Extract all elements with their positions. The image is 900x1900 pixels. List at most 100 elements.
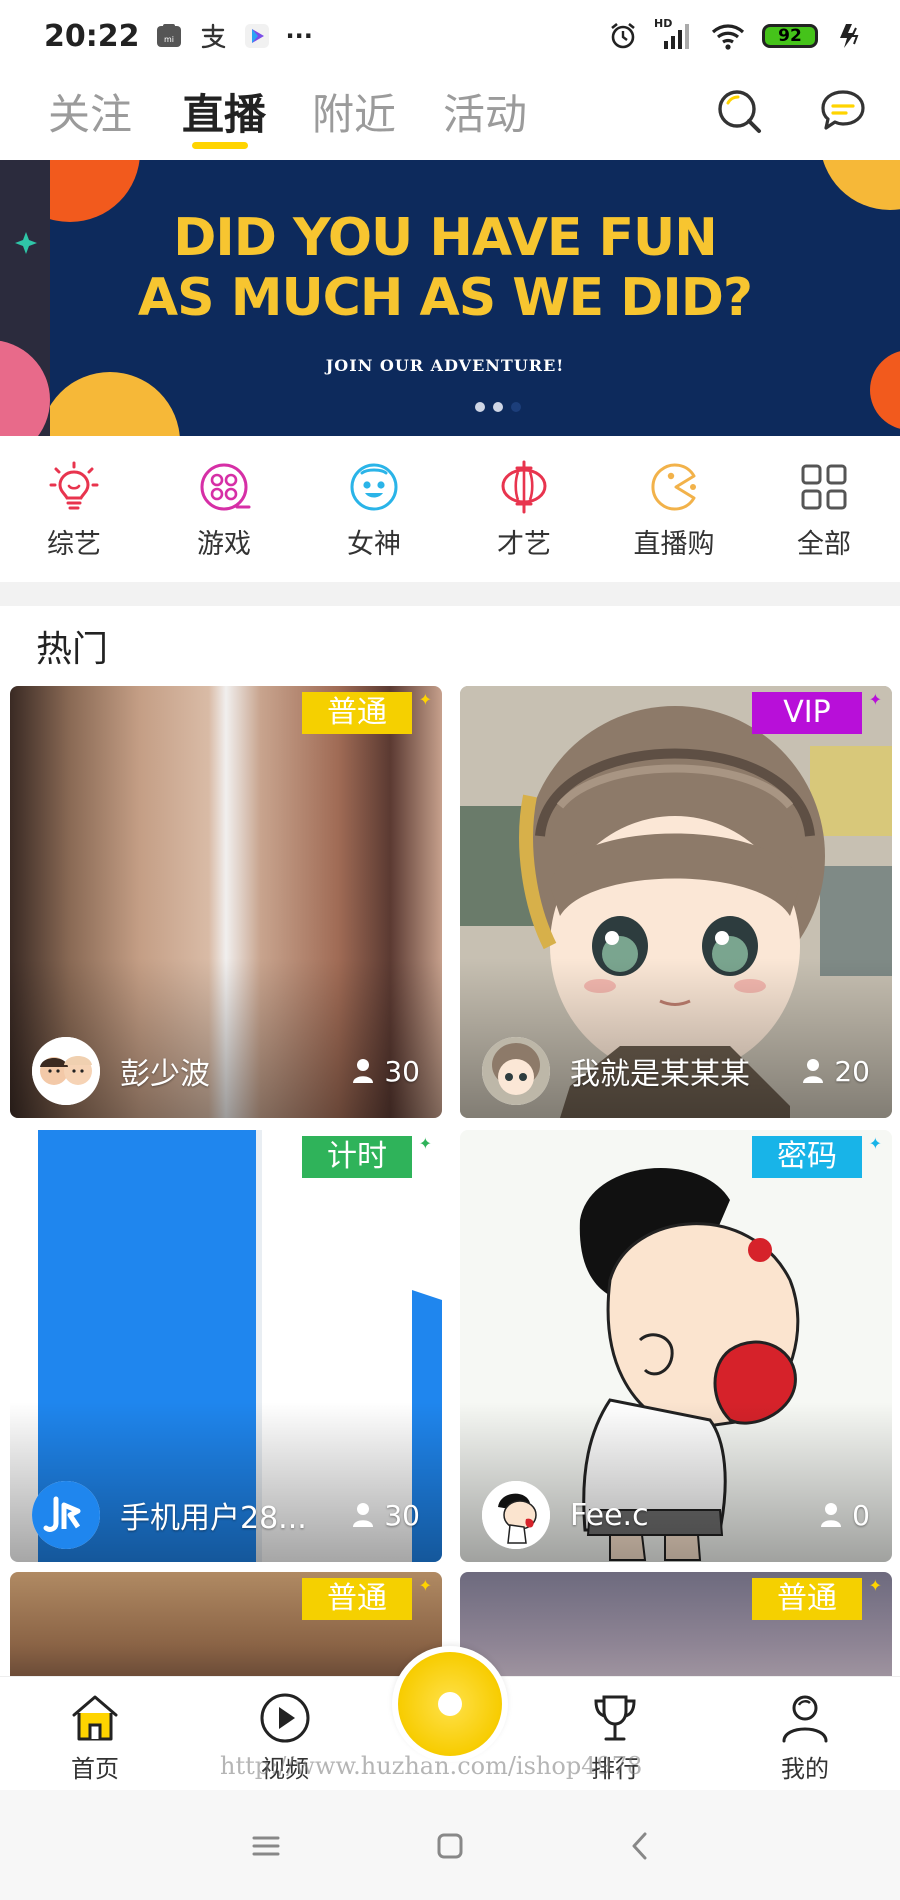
- card-footer: 彭少波 30: [32, 1036, 420, 1106]
- lantern-icon: [501, 460, 547, 514]
- nav-home[interactable]: 首页: [40, 1691, 150, 1784]
- streamer-name: Fee.c: [570, 1497, 649, 1533]
- streamer-name: 我就是某某某: [570, 1057, 750, 1092]
- banner-carousel[interactable]: DID YOU HAVE FUN AS MUCH AS WE DID? JOIN…: [0, 160, 900, 436]
- svg-text:mi: mi: [163, 35, 173, 44]
- category-row: 综艺 游戏 女神 才艺 直播购 全部: [0, 436, 900, 582]
- sparkle-icon: ✦: [868, 1134, 882, 1153]
- system-nav-bar: [0, 1790, 900, 1900]
- viewer-count: 30: [352, 1055, 420, 1088]
- avatar[interactable]: [482, 1037, 550, 1105]
- tab-follow[interactable]: 关注: [48, 80, 132, 150]
- watermark: http://www.huzhan.com/ishop4978: [220, 1752, 643, 1780]
- go-live-dot-icon: [438, 1692, 462, 1716]
- category-talent[interactable]: 才艺: [464, 460, 584, 561]
- banner-title: DID YOU HAVE FUN AS MUCH AS WE DID?: [50, 208, 840, 328]
- nav-profile[interactable]: 我的: [750, 1691, 860, 1784]
- play-store-icon: [242, 21, 272, 51]
- back-icon[interactable]: [620, 1826, 660, 1866]
- status-left: 20:22 mi ···: [44, 19, 313, 54]
- pacman-icon: [651, 463, 696, 511]
- category-variety[interactable]: 综艺: [14, 460, 134, 561]
- alarm-icon: [608, 21, 638, 51]
- nav-label: 首页: [71, 1755, 119, 1783]
- category-label: 女神: [347, 529, 401, 560]
- banner-prev-peek: [0, 160, 50, 436]
- category-label: 综艺: [47, 529, 101, 560]
- wifi-icon: [710, 21, 746, 51]
- viewer-count-value: 0: [852, 1498, 870, 1532]
- go-live-button[interactable]: [392, 1646, 508, 1762]
- grid-icon: [801, 464, 847, 510]
- avatar[interactable]: [482, 1481, 550, 1549]
- avatar[interactable]: [32, 1037, 100, 1105]
- streamer-name: 手机用户28...: [120, 1501, 307, 1536]
- message-icon[interactable]: [818, 86, 868, 136]
- lightbulb-icon: [49, 461, 99, 510]
- banner-subtitle: JOIN OUR ADVENTURE!: [325, 356, 565, 375]
- live-card[interactable]: 密码 ✦ Fee.c 0: [460, 1130, 892, 1562]
- room-type-badge: 普通: [302, 1578, 412, 1620]
- room-type-badge: 普通: [302, 692, 412, 734]
- nav-label: 我的: [781, 1755, 829, 1783]
- viewer-count-value: 30: [384, 1054, 420, 1088]
- signal-icon: HD: [654, 17, 694, 51]
- live-card[interactable]: 计时 ✦ 手机用户28... 30: [10, 1130, 442, 1562]
- banner-title-line1: DID YOU HAVE FUN: [173, 208, 717, 268]
- viewer-icon: [353, 1503, 374, 1527]
- banner-dot[interactable]: [493, 402, 503, 412]
- home-button-icon[interactable]: [430, 1826, 470, 1866]
- home-icon: [72, 1695, 118, 1741]
- banner-slide: DID YOU HAVE FUN AS MUCH AS WE DID? JOIN…: [50, 160, 900, 436]
- tab-nearby[interactable]: 附近: [312, 80, 396, 150]
- live-card[interactable]: 普通 ✦: [10, 1572, 442, 1692]
- sparkle-icon: ✦: [418, 690, 432, 709]
- section-title-hot: 热门: [36, 629, 109, 670]
- sparkle-icon: ✦: [418, 1134, 432, 1153]
- sparkle-icon: ✦: [418, 1576, 432, 1595]
- top-nav: 关注 直播 附近 活动: [0, 72, 900, 160]
- room-type-badge: VIP: [752, 692, 862, 734]
- card-footer: Fee.c 0: [482, 1480, 870, 1550]
- status-time: 20:22: [44, 18, 140, 54]
- banner-dot-active[interactable]: [511, 402, 521, 412]
- viewer-icon: [353, 1059, 374, 1083]
- menu-icon[interactable]: [246, 1826, 286, 1866]
- card-footer: 我就是某某某 20: [482, 1036, 870, 1106]
- card-footer: 手机用户28... 30: [32, 1480, 420, 1550]
- play-icon: [260, 1693, 310, 1743]
- search-icon[interactable]: [714, 86, 764, 136]
- viewer-count: 30: [352, 1499, 420, 1532]
- go-live-button-inner: [398, 1652, 502, 1756]
- sparkle-icon: ✦: [868, 690, 882, 709]
- banner-title-line2: AS MUCH AS WE DID?: [137, 268, 753, 328]
- category-goddess[interactable]: 女神: [314, 460, 434, 561]
- room-type-badge: 密码: [752, 1136, 862, 1178]
- category-all[interactable]: 全部: [764, 460, 884, 561]
- film-reel-icon: [200, 463, 251, 511]
- banner-dot[interactable]: [475, 402, 485, 412]
- category-live-shopping[interactable]: 直播购: [614, 460, 734, 561]
- viewer-icon: [803, 1059, 824, 1083]
- viewer-count-value: 20: [834, 1054, 870, 1088]
- avatar[interactable]: [32, 1481, 100, 1549]
- viewer-count: 20: [802, 1055, 870, 1088]
- room-type-badge: 普通: [752, 1578, 862, 1620]
- trophy-icon: [594, 1695, 636, 1741]
- tab-events[interactable]: 活动: [443, 80, 527, 150]
- alipay-icon: [198, 21, 228, 51]
- category-games[interactable]: 游戏: [164, 460, 284, 561]
- section-divider: [0, 582, 900, 606]
- network-label: HD: [654, 17, 673, 30]
- live-card[interactable]: VIP ✦ 我就是某某某 20: [460, 686, 892, 1118]
- status-right: HD 92: [608, 17, 864, 51]
- sparkle-icon: ✦: [868, 1576, 882, 1595]
- tab-live[interactable]: 直播: [182, 80, 266, 150]
- viewer-count-value: 30: [384, 1498, 420, 1532]
- live-card[interactable]: 普通 ✦ 彭少波 30: [10, 686, 442, 1118]
- charging-icon: [834, 21, 864, 51]
- live-card[interactable]: 普通 ✦: [460, 1572, 892, 1692]
- mi-app-icon: mi: [154, 21, 184, 51]
- profile-icon: [782, 1695, 828, 1743]
- category-label: 游戏: [197, 529, 251, 560]
